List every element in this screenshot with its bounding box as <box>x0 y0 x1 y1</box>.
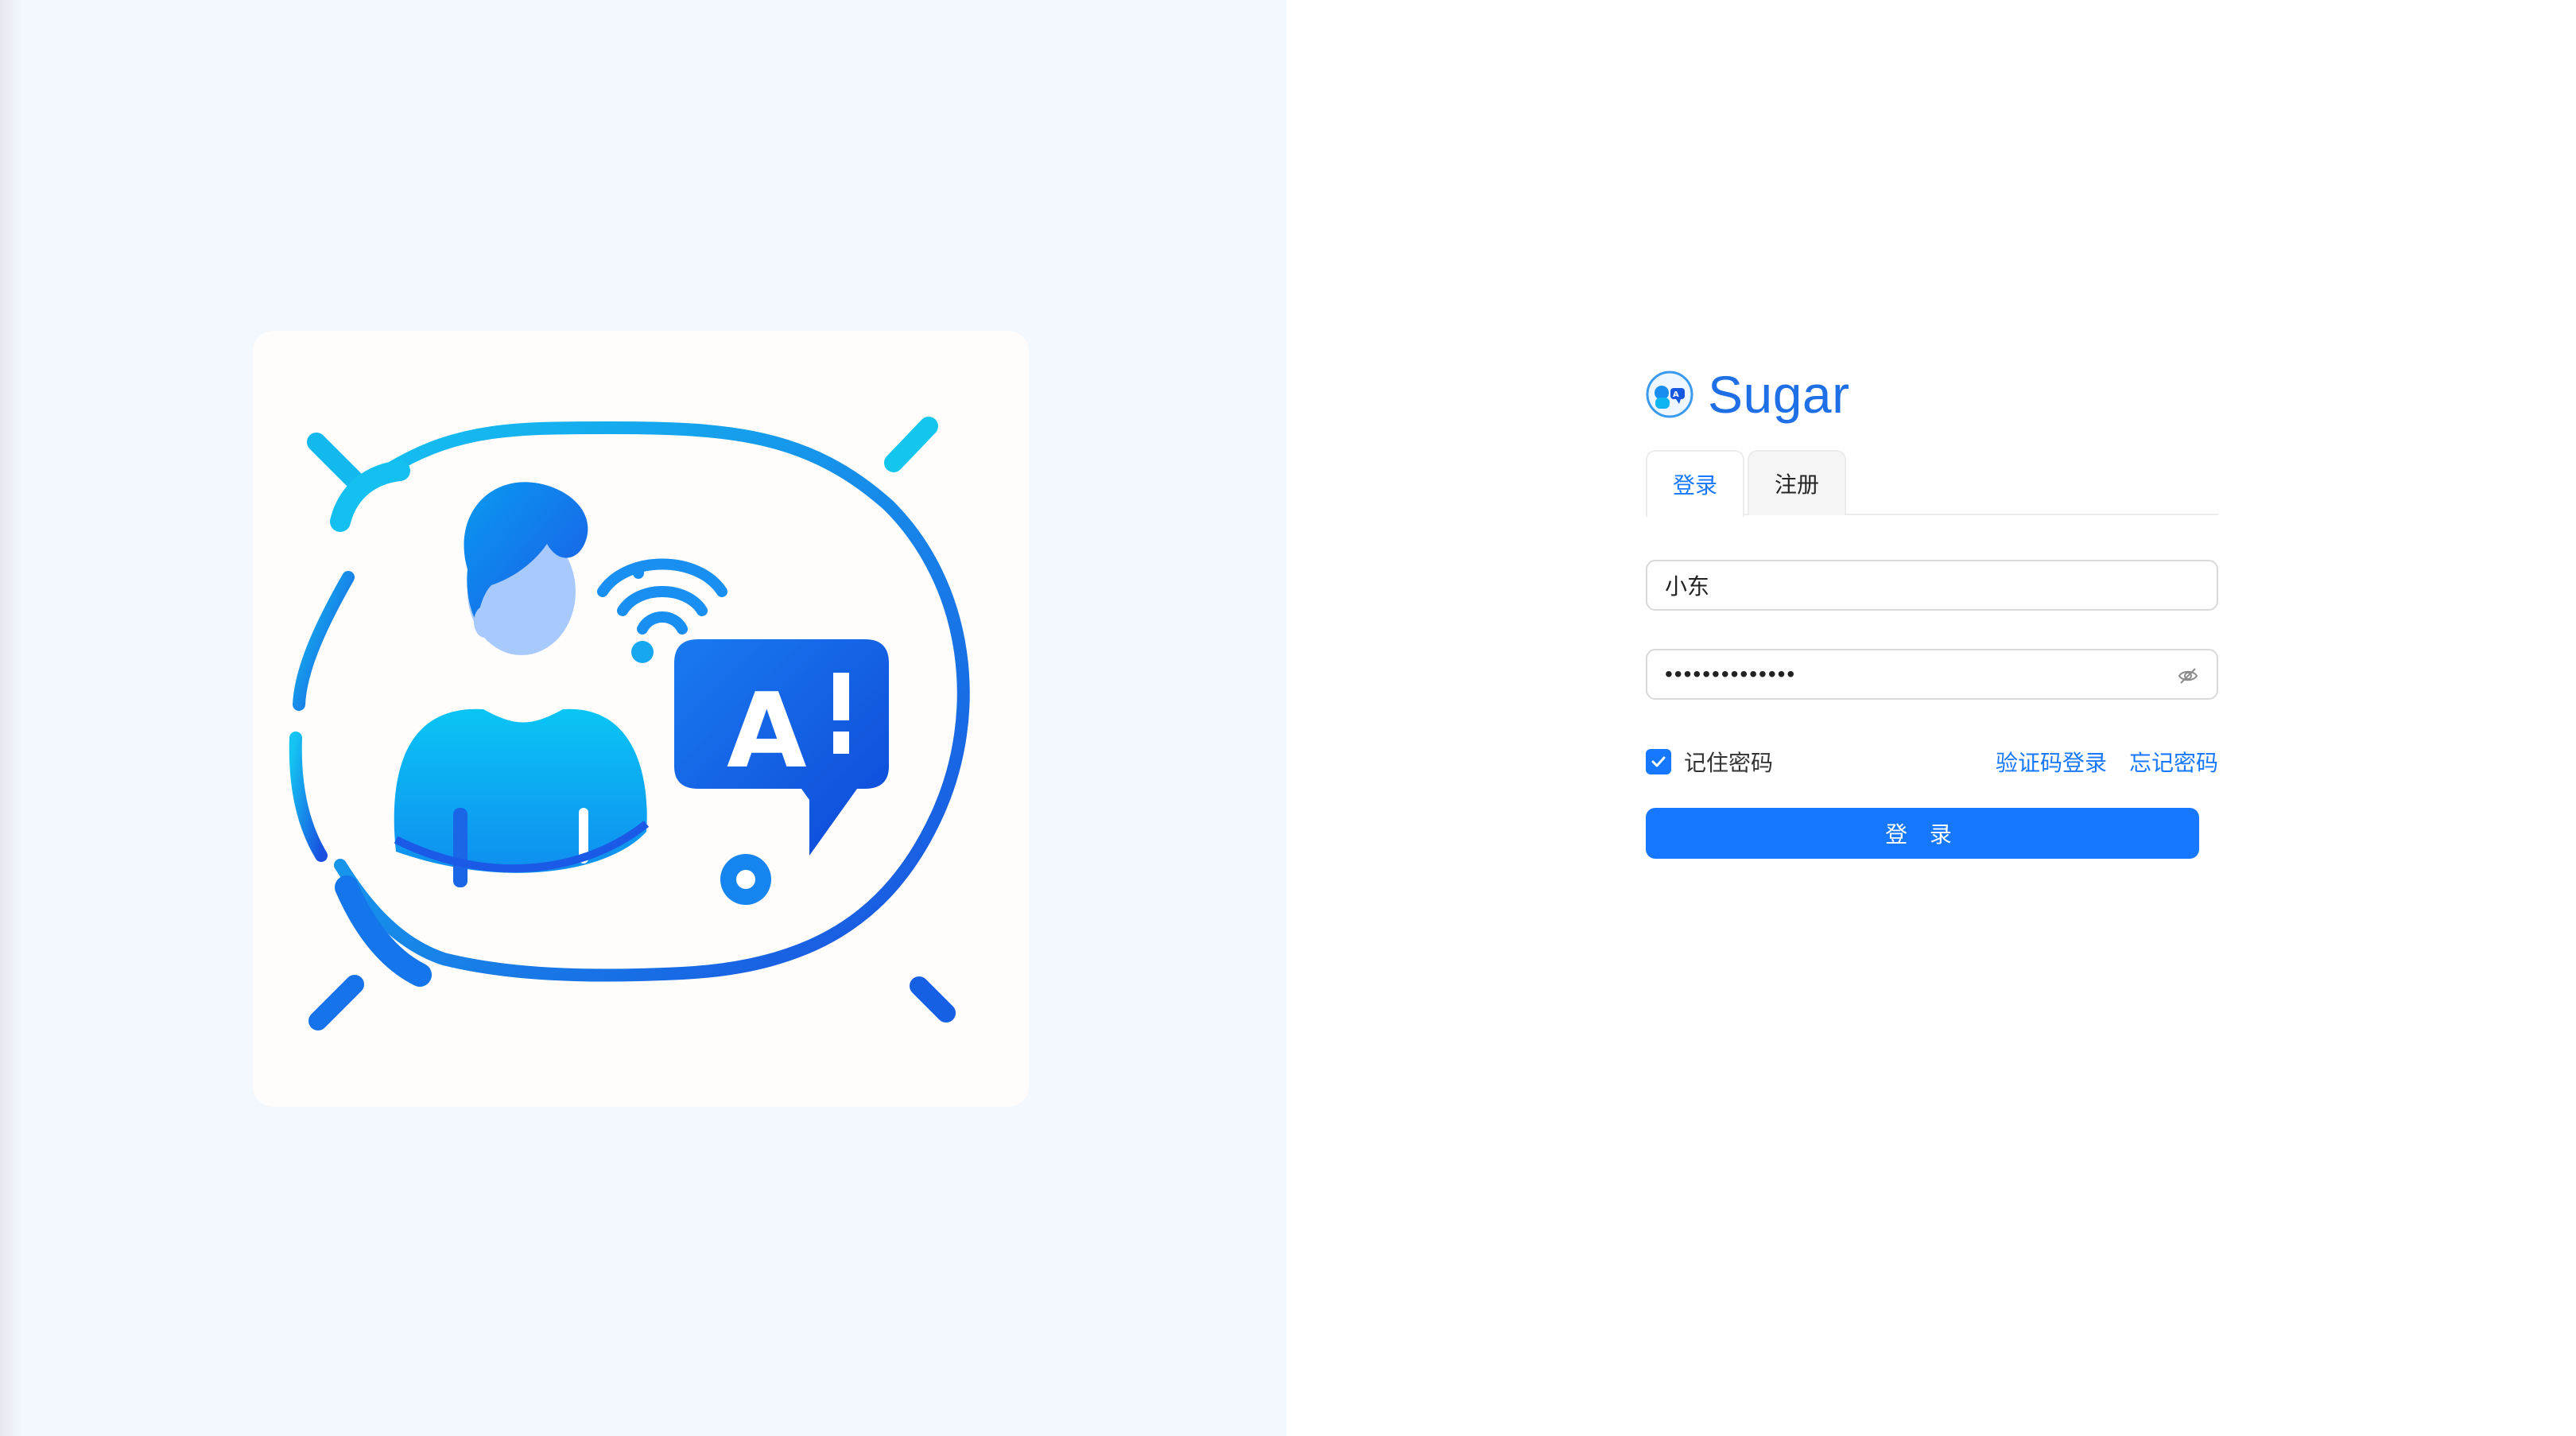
auth-tabs: 登录 注册 <box>1646 450 2218 517</box>
tab-register[interactable]: 注册 <box>1748 450 1846 515</box>
illustration-panel: A <box>0 0 1286 1436</box>
login-page: A A Sugar 登录 注册 小东 •••••••••••••• 记住密码 验… <box>0 0 2576 1436</box>
login-button[interactable]: 登 录 <box>1646 808 2199 859</box>
remember-checkbox[interactable] <box>1646 749 1671 774</box>
password-mask: •••••••••••••• <box>1665 662 1797 686</box>
brand-name: Sugar <box>1708 365 1850 424</box>
sms-login-link[interactable]: 验证码登录 <box>1996 746 2107 778</box>
svg-text:A: A <box>727 670 807 791</box>
username-value: 小东 <box>1665 574 1710 599</box>
check-icon <box>1651 756 1666 767</box>
tab-login[interactable]: 登录 <box>1646 450 1744 517</box>
password-field[interactable]: •••••••••••••• <box>1646 649 2218 700</box>
ai-assistant-illustration: A <box>289 417 970 1030</box>
person-icon <box>394 482 650 887</box>
remember-label[interactable]: 记住密码 <box>1684 746 1773 778</box>
ai-speech-bubble-icon: A <box>674 639 889 856</box>
robot-chat-logo-icon: A <box>1644 369 1695 420</box>
login-panel <box>1286 0 2576 1436</box>
svg-text:A: A <box>1673 390 1679 399</box>
auth-links: 验证码登录 忘记密码 <box>1996 746 2218 778</box>
wifi-signal-icon <box>597 558 727 635</box>
eye-off-icon[interactable] <box>2177 665 2199 687</box>
brand: A Sugar <box>1644 363 1850 426</box>
illustration-card: A <box>253 331 1029 1107</box>
login-options: 记住密码 验证码登录 忘记密码 <box>1646 746 2218 778</box>
panel-shadow <box>0 0 22 1436</box>
username-field[interactable]: 小东 <box>1646 560 2218 611</box>
forgot-password-link[interactable]: 忘记密码 <box>2129 746 2218 778</box>
